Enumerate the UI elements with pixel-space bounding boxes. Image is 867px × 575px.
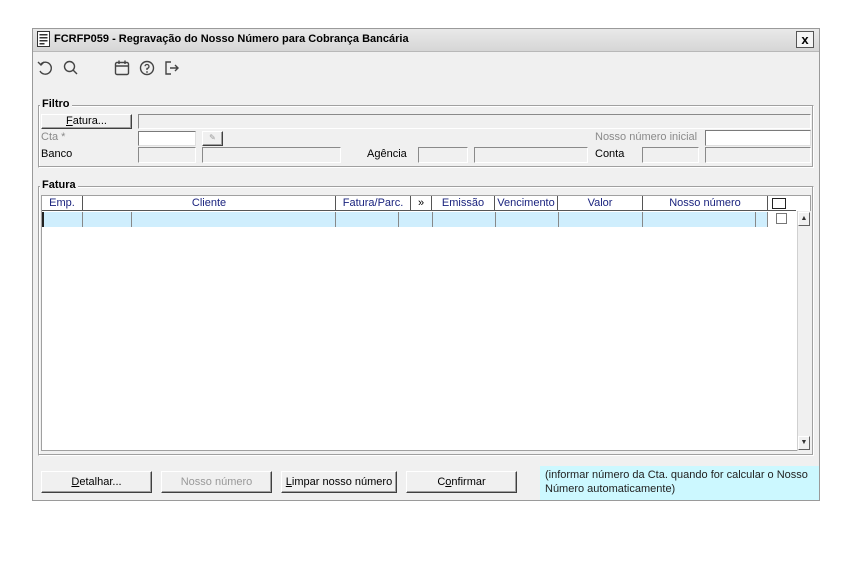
header-divider (42, 210, 796, 211)
cta-input[interactable] (138, 131, 196, 146)
cta-lookup-button[interactable]: ✎ (202, 131, 223, 146)
row-cell-valor[interactable] (559, 212, 643, 227)
exit-icon[interactable] (163, 59, 181, 77)
fatura-grid[interactable] (41, 195, 811, 451)
document-icon (37, 31, 50, 47)
banco-code-field (138, 147, 196, 163)
conta-name-field (705, 147, 811, 163)
conta-code-field (642, 147, 699, 163)
lookup-icon: ✎ (209, 133, 216, 142)
cta-label: Cta * (41, 131, 66, 143)
banco-label: Banco (41, 148, 73, 160)
row-cell-emp[interactable] (42, 212, 83, 227)
row-cell-nosso-numero[interactable] (643, 212, 756, 227)
banco-name-field (202, 147, 341, 163)
scroll-down-button[interactable]: ▼ (798, 436, 810, 450)
detalhar-button[interactable]: Detalhar... (41, 471, 152, 493)
row-cell-parc[interactable] (399, 212, 433, 227)
column-header-valor[interactable]: Valor (558, 196, 643, 211)
close-button[interactable]: x (796, 31, 814, 48)
fatura-button[interactable]: Fatura... (41, 114, 132, 129)
nosso-numero-inicial-label: Nosso número inicial (595, 131, 698, 143)
scroll-down-icon: ▼ (800, 439, 808, 446)
row-checkbox[interactable] (776, 213, 787, 224)
agencia-label: Agência (367, 148, 407, 160)
limpar-nosso-numero-button[interactable]: Limpar nosso número (281, 471, 397, 493)
info-text: (informar número da Cta. quando for calc… (545, 469, 808, 495)
window-title: FCRFP059 - Regravação do Nosso Número pa… (54, 33, 409, 45)
column-header-cliente[interactable]: Cliente (83, 196, 336, 211)
search-icon[interactable] (62, 59, 80, 77)
fatura-field (138, 114, 811, 129)
help-icon[interactable] (138, 59, 156, 77)
column-header-nosso-numero[interactable]: Nosso número (643, 196, 768, 211)
conta-label: Conta (595, 148, 625, 160)
agencia-name-field (474, 147, 588, 163)
scroll-up-button[interactable]: ▲ (798, 212, 810, 226)
row-cell-empty[interactable] (83, 212, 132, 227)
fatura-legend: Fatura (40, 179, 78, 191)
column-header-vencimento[interactable]: Vencimento (495, 196, 558, 211)
scroll-up-icon: ▲ (800, 215, 808, 222)
row-cell-vencimento[interactable] (496, 212, 559, 227)
nosso-numero-inicial-input[interactable] (705, 130, 811, 146)
row-cell-emissao[interactable] (433, 212, 496, 227)
select-all-checkbox[interactable] (772, 198, 786, 209)
column-header-expand[interactable]: » (411, 196, 432, 211)
column-header-fatura-parc[interactable]: Fatura/Parc. (336, 196, 411, 211)
filtro-legend: Filtro (40, 98, 72, 110)
column-header-emp[interactable]: Emp. (42, 196, 83, 211)
calendar-icon[interactable] (113, 59, 131, 77)
nosso-numero-button[interactable]: Nosso número (161, 471, 272, 493)
row-cell-cliente[interactable] (132, 212, 336, 227)
vertical-scrollbar[interactable] (797, 211, 811, 451)
agencia-code-field (418, 147, 468, 163)
row-cell-fatura[interactable] (336, 212, 399, 227)
row-cell-extra[interactable] (756, 212, 768, 227)
confirmar-button[interactable]: Confirmar (406, 471, 517, 493)
undo-icon[interactable] (36, 59, 54, 77)
column-header-emissao[interactable]: Emissão (432, 196, 495, 211)
